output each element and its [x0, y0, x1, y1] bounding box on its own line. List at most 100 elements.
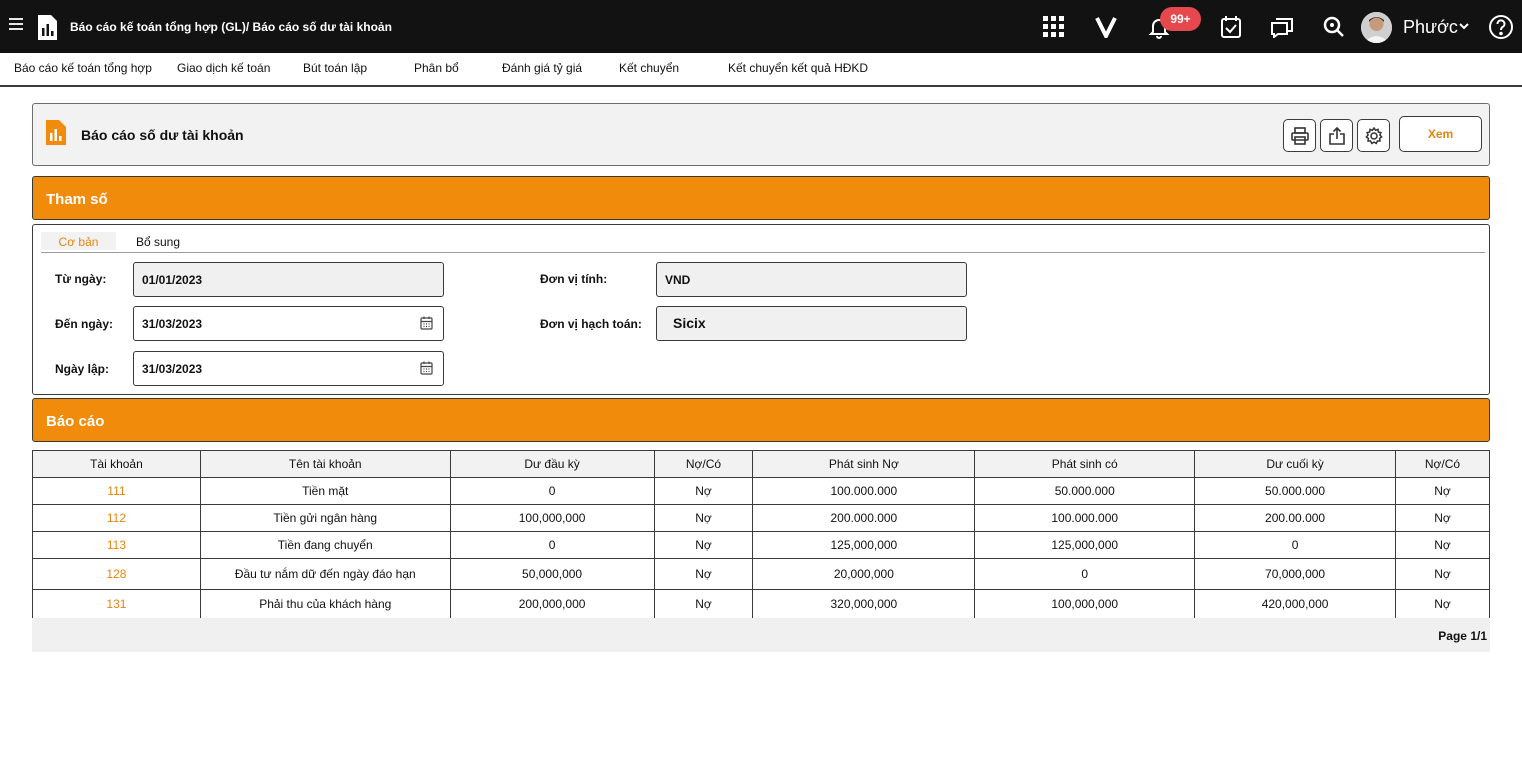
table-cell: 0: [449, 531, 655, 559]
app-logo-icon[interactable]: [36, 14, 59, 41]
account-code-link[interactable]: 128: [32, 558, 201, 590]
table-cell: Nợ: [653, 558, 754, 590]
from-date-value: 01/01/2023: [142, 273, 203, 287]
table-cell: 100.000.000: [974, 504, 1196, 532]
report-table: Tài khoản Tên tài khoản Dư đầu kỳ Nợ/Có …: [32, 450, 1490, 619]
table-cell: Nợ: [1395, 589, 1490, 619]
from-date-field[interactable]: 01/01/2023: [133, 262, 444, 297]
entity-field[interactable]: Sicix: [656, 306, 967, 341]
menu-item-entries[interactable]: Bút toán lập: [303, 61, 367, 75]
menu-item-pnl-transfer[interactable]: Kết chuyển kết quả HĐKD: [728, 61, 868, 75]
user-name[interactable]: Phước: [1403, 17, 1458, 38]
table-cell: 320,000,000: [752, 589, 976, 619]
search-icon[interactable]: [1320, 13, 1348, 41]
col-header-closing-balance[interactable]: Dư cuối kỳ: [1194, 450, 1396, 478]
table-cell: Tiền gửi ngân hàng: [199, 504, 451, 532]
task-check-icon[interactable]: [1217, 13, 1245, 41]
table-cell: Nợ: [1395, 558, 1490, 590]
table-cell: 100,000,000: [449, 504, 655, 532]
table-cell: 200.00.000: [1194, 504, 1396, 532]
table-row[interactable]: 113 Tiền đang chuyển 0 Nợ 125,000,000 12…: [32, 531, 1490, 559]
col-header-opening-balance[interactable]: Dư đầu kỳ: [449, 450, 655, 478]
avatar[interactable]: [1361, 12, 1392, 43]
report-section-header[interactable]: Báo cáo: [32, 398, 1490, 442]
table-cell: 50.000.000: [974, 477, 1196, 505]
params-section-header[interactable]: Tham số: [32, 176, 1490, 220]
account-code-link[interactable]: 112: [32, 504, 201, 532]
table-row[interactable]: 131 Phải thu của khách hàng 200,000,000 …: [32, 589, 1490, 619]
menu-item-gl-reports[interactable]: Báo cáo kế toán tổng hợp: [14, 61, 152, 75]
v-logo-icon[interactable]: [1092, 13, 1120, 41]
page-title: Báo cáo số dư tài khoản: [81, 127, 244, 143]
top-bar: Báo cáo kế toán tổng hợp (GL)/ Báo cáo s…: [0, 0, 1522, 53]
table-cell: 100.000.000: [752, 477, 976, 505]
apps-grid-icon[interactable]: [1040, 13, 1068, 41]
account-code-link[interactable]: 113: [32, 531, 201, 559]
menu-item-transactions[interactable]: Giao dịch kế toán: [177, 61, 270, 75]
to-date-label: Đến ngày:: [55, 317, 114, 331]
module-menu-bar: Báo cáo kế toán tổng hợp Giao dịch kế to…: [0, 53, 1522, 87]
col-header-opening-side[interactable]: Nợ/Có: [653, 450, 754, 478]
table-footer: Page 1/1: [32, 618, 1490, 652]
report-icon: [46, 120, 66, 145]
table-cell: 0: [974, 558, 1196, 590]
table-cell: Nợ: [653, 531, 754, 559]
tab-additional[interactable]: Bổ sung: [136, 235, 180, 249]
table-cell: 0: [449, 477, 655, 505]
settings-button[interactable]: [1357, 119, 1390, 152]
export-button[interactable]: [1320, 119, 1353, 152]
table-cell: 125,000,000: [974, 531, 1196, 559]
table-cell: 50.000.000: [1194, 477, 1396, 505]
help-icon[interactable]: [1487, 13, 1515, 41]
table-cell: 50,000,000: [449, 558, 655, 590]
col-header-account[interactable]: Tài khoản: [32, 450, 201, 478]
created-date-label: Ngày lập:: [55, 362, 110, 376]
table-cell: 20,000,000: [752, 558, 976, 590]
params-panel: Cơ bản Bổ sung Từ ngày: 01/01/2023 Đến n…: [32, 224, 1490, 395]
menu-item-allocation[interactable]: Phân bổ: [414, 61, 459, 75]
table-cell: Tiền đang chuyển: [199, 531, 451, 559]
menu-icon[interactable]: [9, 18, 23, 32]
calendar-icon[interactable]: [420, 361, 433, 375]
menu-item-closing-transfer[interactable]: Kết chuyển: [619, 61, 679, 75]
chat-icon[interactable]: [1268, 13, 1296, 41]
col-header-account-name[interactable]: Tên tài khoản: [199, 450, 451, 478]
entity-label: Đơn vị hạch toán:: [540, 317, 642, 331]
table-row[interactable]: 128 Đầu tư nắm dữ đến ngày đáo hạn 50,00…: [32, 558, 1490, 590]
table-header-row: Tài khoản Tên tài khoản Dư đầu kỳ Nợ/Có …: [32, 450, 1490, 478]
from-date-label: Từ ngày:: [55, 272, 107, 286]
calendar-icon[interactable]: [420, 316, 433, 330]
table-cell: Đầu tư nắm dữ đến ngày đáo hạn: [199, 558, 451, 590]
view-button[interactable]: Xem: [1399, 116, 1482, 152]
breadcrumb: Báo cáo kế toán tổng hợp (GL)/ Báo cáo s…: [70, 20, 392, 34]
account-code-link[interactable]: 111: [32, 477, 201, 505]
entity-value: Sicix: [673, 315, 706, 331]
col-header-credit[interactable]: Phát sinh có: [974, 450, 1196, 478]
table-cell: Tiền mặt: [199, 477, 451, 505]
table-cell: Phải thu của khách hàng: [199, 589, 451, 619]
menu-item-fx-revaluation[interactable]: Đánh giá tỷ giá: [502, 61, 582, 75]
page-header: Báo cáo số dư tài khoản Xem: [32, 103, 1490, 166]
col-header-debit[interactable]: Phát sinh Nợ: [752, 450, 976, 478]
unit-field[interactable]: VND: [656, 262, 967, 297]
chevron-down-icon[interactable]: [1458, 20, 1470, 32]
to-date-field[interactable]: 31/03/2023: [133, 306, 444, 341]
table-cell: Nợ: [653, 589, 754, 619]
table-cell: Nợ: [1395, 504, 1490, 532]
notification-badge[interactable]: 99+: [1160, 7, 1201, 31]
col-header-closing-side[interactable]: Nợ/Có: [1395, 450, 1490, 478]
table-cell: 200,000,000: [449, 589, 655, 619]
table-cell: Nợ: [1395, 477, 1490, 505]
table-row[interactable]: 111 Tiền mặt 0 Nợ 100.000.000 50.000.000…: [32, 477, 1490, 505]
table-row[interactable]: 112 Tiền gửi ngân hàng 100,000,000 Nợ 20…: [32, 504, 1490, 532]
account-code-link[interactable]: 131: [32, 589, 201, 619]
created-date-field[interactable]: 31/03/2023: [133, 351, 444, 386]
print-button[interactable]: [1283, 119, 1316, 152]
pagination-info: Page 1/1: [1438, 629, 1487, 643]
tab-basic[interactable]: Cơ bản: [41, 232, 116, 250]
settings-icon: [1364, 126, 1383, 144]
table-cell: Nợ: [653, 477, 754, 505]
table-cell: 0: [1194, 531, 1396, 559]
table-cell: 200.000.000: [752, 504, 976, 532]
unit-value: VND: [665, 273, 691, 287]
